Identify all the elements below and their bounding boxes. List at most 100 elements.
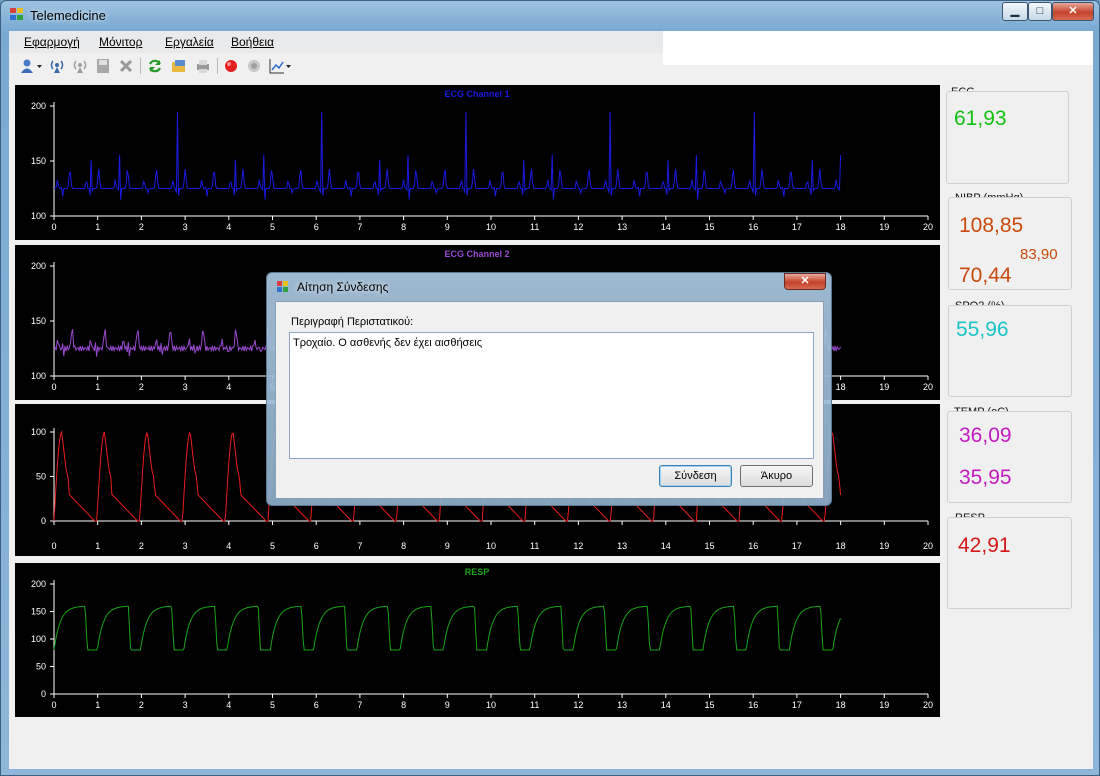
- x-tick-label: 18: [836, 700, 846, 710]
- x-tick-label: 6: [314, 700, 319, 710]
- x-tick-label: 20: [923, 222, 933, 232]
- x-tick-label: 6: [314, 222, 319, 232]
- x-tick-label: 9: [445, 222, 450, 232]
- x-tick-label: 16: [748, 541, 758, 551]
- x-tick-label: 9: [445, 700, 450, 710]
- x-tick-label: 17: [792, 222, 802, 232]
- x-tick-label: 5: [270, 541, 275, 551]
- print-icon[interactable]: [195, 58, 211, 74]
- x-tick-label: 16: [748, 700, 758, 710]
- x-tick-label: 17: [792, 541, 802, 551]
- x-tick-label: 6: [314, 541, 319, 551]
- window-title: Telemedicine: [30, 8, 106, 23]
- open-folder-icon[interactable]: [171, 58, 187, 74]
- resp-value: 42,91: [958, 534, 1011, 557]
- y-tick-label: 100: [31, 634, 46, 644]
- x-tick-label: 12: [573, 700, 583, 710]
- resp-chart: RESP 0 50 100 150 200 0 1 2 3 4 5 6 7 8 9 10 11 12 13 14 15 16…: [15, 563, 940, 717]
- x-tick-label: 0: [51, 541, 56, 551]
- incident-description-label: Περιγραφή Περιστατικού:: [291, 316, 414, 328]
- x-tick-label: 9: [445, 541, 450, 551]
- record-icon[interactable]: [223, 58, 239, 74]
- x-tick-label: 12: [573, 541, 583, 551]
- x-tick-label: 19: [879, 700, 889, 710]
- x-tick-label: 15: [704, 541, 714, 551]
- stop-icon[interactable]: [246, 58, 262, 74]
- connect-antenna-icon[interactable]: [49, 58, 65, 74]
- connection-request-dialog: Αίτηση Σύνδεσης ✕ Περιγραφή Περιστατικού…: [266, 272, 832, 506]
- x-tick-label: 3: [183, 541, 188, 551]
- x-tick-label: 2: [139, 541, 144, 551]
- x-tick-label: 0: [51, 382, 56, 392]
- temp-value-1: 36,09: [959, 424, 1012, 447]
- maximize-button[interactable]: □: [1028, 2, 1052, 21]
- y-tick-label: 200: [31, 579, 46, 589]
- chart-dropdown-icon[interactable]: [269, 58, 293, 74]
- menu-help[interactable]: Βοήθεια: [231, 35, 274, 49]
- chart-title: ECG Channel 1: [444, 89, 509, 99]
- x-tick-label: 12: [573, 222, 583, 232]
- y-tick-label: 100: [31, 211, 46, 221]
- settings-icon[interactable]: [118, 58, 134, 74]
- connect-button[interactable]: Σύνδεση: [659, 465, 732, 487]
- close-button[interactable]: ✕: [1052, 2, 1094, 21]
- y-tick-label: 200: [31, 261, 46, 271]
- x-tick-label: 1: [95, 382, 100, 392]
- menu-bar-filler: [663, 31, 1093, 65]
- x-tick-label: 20: [923, 382, 933, 392]
- y-tick-label: 50: [36, 472, 46, 482]
- chart-title: ECG Channel 2: [444, 249, 509, 259]
- disconnect-antenna-icon[interactable]: [72, 58, 88, 74]
- x-tick-label: 15: [704, 700, 714, 710]
- waveform-line: [54, 111, 842, 200]
- x-tick-label: 5: [270, 700, 275, 710]
- chart-svg: ECG Channel 11001502000 1 2 3 4 5 6 7 8 9 10 11 12 13…: [31, 89, 933, 232]
- toolbar: [9, 53, 663, 79]
- chart-svg: RESP0501001502000 1 2 3 4 5 6 7 8 9 10 11 12 13 14 15 16…: [31, 567, 933, 710]
- user-dropdown-icon[interactable]: [20, 58, 42, 74]
- x-tick-label: 1: [95, 700, 100, 710]
- x-tick-label: 4: [226, 541, 231, 551]
- x-tick-label: 19: [879, 222, 889, 232]
- app-icon: [10, 8, 24, 21]
- x-tick-label: 20: [923, 541, 933, 551]
- x-tick-label: 10: [486, 541, 496, 551]
- x-tick-label: 0: [51, 222, 56, 232]
- dialog-close-button[interactable]: ✕: [784, 273, 826, 290]
- temp-value-2: 35,95: [959, 466, 1012, 489]
- dialog-app-icon: [277, 281, 290, 293]
- y-tick-label: 0: [41, 689, 46, 699]
- title-bar[interactable]: Telemedicine ▁ □ ✕: [1, 1, 1099, 29]
- minimize-button[interactable]: ▁: [1002, 2, 1028, 21]
- nibp-diastolic-value: 70,44: [959, 264, 1012, 287]
- dialog-body: Περιγραφή Περιστατικού: Σύνδεση Άκυρο: [275, 301, 824, 499]
- y-tick-label: 0: [41, 516, 46, 526]
- x-tick-label: 7: [357, 541, 362, 551]
- y-tick-label: 150: [31, 607, 46, 617]
- x-tick-label: 2: [139, 382, 144, 392]
- x-tick-label: 20: [923, 700, 933, 710]
- x-tick-label: 1: [95, 541, 100, 551]
- menu-application[interactable]: Εφαρμογή: [24, 35, 80, 49]
- x-tick-label: 2: [139, 700, 144, 710]
- incident-description-field[interactable]: [289, 332, 814, 459]
- x-tick-label: 14: [661, 222, 671, 232]
- y-tick-label: 150: [31, 156, 46, 166]
- x-tick-label: 2: [139, 222, 144, 232]
- x-tick-label: 7: [357, 700, 362, 710]
- menu-tools[interactable]: Εργαλεία: [165, 35, 214, 49]
- x-tick-label: 19: [879, 382, 889, 392]
- menu-monitor[interactable]: Μόνιτορ: [99, 35, 142, 49]
- ecg-channel-1-chart: ECG Channel 1 100 150 200 0 1 2 3 4 5 6 7 8 9 10 11 12 13…: [15, 85, 940, 240]
- x-tick-label: 19: [879, 541, 889, 551]
- x-tick-label: 8: [401, 541, 406, 551]
- refresh-icon[interactable]: [147, 58, 163, 74]
- x-tick-label: 11: [530, 700, 539, 710]
- dialog-title: Αίτηση Σύνδεσης: [297, 280, 389, 294]
- save-icon[interactable]: [95, 58, 111, 74]
- x-tick-label: 13: [617, 541, 627, 551]
- menu-bar: Εφαρμογή Μόνιτορ Εργαλεία Βοήθεια: [9, 31, 663, 53]
- x-tick-label: 8: [401, 222, 406, 232]
- ecg-panel: [946, 91, 1069, 184]
- cancel-button[interactable]: Άκυρο: [740, 465, 813, 487]
